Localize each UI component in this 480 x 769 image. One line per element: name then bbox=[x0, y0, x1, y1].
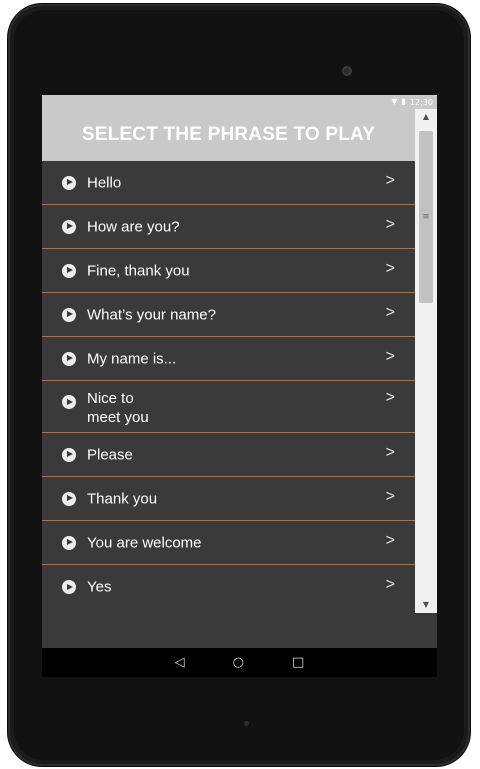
list-item-label: Nice to meet you bbox=[87, 390, 149, 426]
list-item-thank-you[interactable]: Thank you > bbox=[42, 477, 415, 521]
play-circle-icon bbox=[62, 491, 76, 506]
chevron-right-icon: > bbox=[385, 443, 395, 461]
play-circle-icon bbox=[62, 447, 76, 462]
list-item-label: My name is... bbox=[87, 350, 177, 367]
list-item-hello[interactable]: Hello > bbox=[42, 161, 415, 205]
chevron-right-icon: > bbox=[385, 171, 395, 189]
chevron-right-icon: > bbox=[385, 347, 395, 365]
list-item-label: Fine, thank you bbox=[87, 262, 190, 279]
scroll-thumb[interactable]: ≡ bbox=[419, 131, 433, 303]
list-item-label: Hello bbox=[87, 174, 122, 191]
list-item-fine-thank-you[interactable]: Fine, thank you > bbox=[42, 249, 415, 293]
list-item-label: Yes bbox=[87, 578, 112, 596]
battery-icon: ▮ bbox=[401, 97, 406, 106]
play-circle-icon bbox=[62, 175, 76, 190]
list-item-whats-your-name[interactable]: What’s your name? > bbox=[42, 293, 415, 337]
play-circle-icon bbox=[62, 580, 76, 594]
sensor-dot bbox=[244, 721, 249, 726]
back-icon[interactable]: ◁ bbox=[175, 656, 185, 669]
list-item-you-are-welcome[interactable]: You are welcome > bbox=[42, 521, 415, 565]
play-circle-icon bbox=[62, 219, 76, 234]
chevron-right-icon: > bbox=[385, 487, 395, 505]
recents-icon[interactable]: □ bbox=[292, 656, 304, 669]
list-item-label: You are welcome bbox=[87, 534, 202, 551]
app-screen: ▼ ▮ 12:30 SELECT THE PHRASE TO PLAY Hell… bbox=[42, 95, 437, 677]
grip-icon: ≡ bbox=[422, 212, 430, 222]
play-circle-icon bbox=[62, 307, 76, 322]
list-item-nice-to-meet-you[interactable]: Nice to meet you > bbox=[42, 381, 415, 433]
play-circle-icon bbox=[62, 263, 76, 278]
home-icon[interactable]: ○ bbox=[233, 656, 244, 669]
chevron-right-icon: > bbox=[385, 259, 395, 277]
list-item-label: Please bbox=[87, 446, 133, 463]
scrollbar[interactable]: ▲ ≡ ▼ bbox=[415, 109, 437, 613]
list-item-my-name-is[interactable]: My name is... > bbox=[42, 337, 415, 381]
list-item-how-are-you[interactable]: How are you? > bbox=[42, 205, 415, 249]
chevron-right-icon: > bbox=[385, 389, 395, 406]
list-item-label: Thank you bbox=[87, 490, 158, 507]
app-header: SELECT THE PHRASE TO PLAY bbox=[42, 109, 415, 161]
play-circle-icon bbox=[62, 395, 76, 409]
status-time: 12:30 bbox=[409, 97, 433, 107]
chevron-right-icon: > bbox=[385, 575, 395, 593]
status-bar: ▼ ▮ 12:30 bbox=[42, 95, 437, 109]
front-camera bbox=[342, 66, 352, 76]
chevron-right-icon: > bbox=[385, 215, 395, 233]
chevron-right-icon: > bbox=[385, 531, 395, 549]
wifi-icon: ▼ bbox=[391, 97, 398, 106]
list-item-please[interactable]: Please > bbox=[42, 433, 415, 477]
system-nav-bar: ◁ ○ □ bbox=[42, 648, 437, 677]
play-circle-icon bbox=[62, 535, 76, 550]
chevron-right-icon: > bbox=[385, 303, 395, 321]
list-item-label: How are you? bbox=[87, 218, 180, 235]
content-footer bbox=[42, 613, 437, 648]
list-item-label: What’s your name? bbox=[87, 306, 216, 323]
play-circle-icon bbox=[62, 351, 76, 366]
page-title: SELECT THE PHRASE TO PLAY bbox=[81, 124, 376, 145]
phrase-list: Hello > How are you? > Fine, thank you >… bbox=[42, 161, 415, 609]
list-item-yes[interactable]: Yes > bbox=[42, 565, 415, 609]
scroll-up-arrow-icon[interactable]: ▲ bbox=[415, 109, 437, 125]
scroll-down-arrow-icon[interactable]: ▼ bbox=[415, 597, 437, 613]
